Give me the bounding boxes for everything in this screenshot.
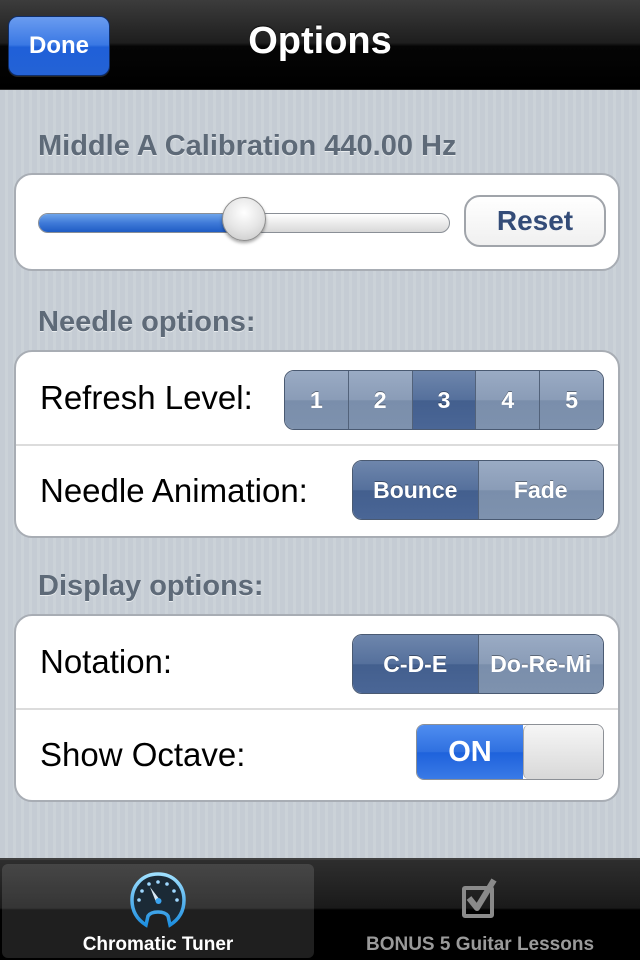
gauge-icon	[130, 872, 186, 928]
refresh-level-option-4[interactable]: 4	[475, 371, 540, 429]
needle-animation-option-bounce[interactable]: Bounce	[353, 461, 478, 519]
needle-options-group: Refresh Level: 12345 Needle Animation: B…	[14, 350, 620, 538]
notation-option-do-re-mi[interactable]: Do-Re-Mi	[477, 635, 603, 693]
notation-option-c-d-e[interactable]: C-D-E	[353, 635, 478, 693]
needle-options-header: Needle options:	[38, 306, 256, 338]
refresh-level-option-5[interactable]: 5	[539, 371, 603, 429]
refresh-level-label: Refresh Level:	[40, 379, 253, 416]
show-octave-toggle[interactable]: ON	[416, 724, 604, 780]
tab-label: BONUS 5 Guitar Lessons	[365, 934, 595, 955]
refresh-level-option-1[interactable]: 1	[285, 371, 348, 429]
reset-button[interactable]: Reset	[464, 195, 606, 247]
toggle-on-label: ON	[417, 725, 523, 779]
refresh-level-segmented-control: 12345	[284, 370, 604, 430]
refresh-level-option-2[interactable]: 2	[347, 371, 412, 429]
needle-animation-label: Needle Animation:	[40, 472, 308, 509]
calibration-slider-thumb[interactable]	[222, 197, 266, 241]
display-options-group: Notation: C-D-E Do-Re-Mi Show Octave: ON	[14, 614, 620, 802]
tab-bar: Chromatic Tuner BONUS 5 Guitar Lessons	[0, 858, 640, 960]
calibration-group: Reset	[14, 173, 620, 271]
show-octave-label: Show Octave:	[40, 736, 246, 773]
tab-chromatic-tuner[interactable]: Chromatic Tuner	[2, 864, 314, 958]
notation-segmented-control: C-D-E Do-Re-Mi	[352, 634, 604, 694]
checkbox-icon	[462, 878, 497, 918]
calibration-slider-fill	[39, 214, 245, 232]
tab-bonus-guitar-lessons[interactable]: BONUS 5 Guitar Lessons	[324, 864, 636, 958]
calibration-header: Middle A Calibration 440.00 Hz	[38, 130, 457, 162]
needle-animation-row: Needle Animation: Bounce Fade	[16, 444, 618, 536]
needle-animation-segmented-control: Bounce Fade	[352, 460, 604, 520]
refresh-level-row: Refresh Level: 12345	[16, 352, 618, 444]
notation-label: Notation:	[40, 643, 173, 680]
show-octave-row: Show Octave: ON	[16, 708, 618, 800]
toggle-knob	[523, 725, 603, 779]
display-options-header: Display options:	[38, 570, 264, 602]
refresh-level-option-3[interactable]: 3	[411, 371, 476, 429]
tab-label: Chromatic Tuner	[82, 934, 234, 955]
navigation-bar: Done Options	[0, 0, 640, 90]
page-title: Options	[248, 20, 392, 62]
notation-row: Notation: C-D-E Do-Re-Mi	[16, 616, 618, 708]
needle-animation-option-fade[interactable]: Fade	[477, 461, 603, 519]
